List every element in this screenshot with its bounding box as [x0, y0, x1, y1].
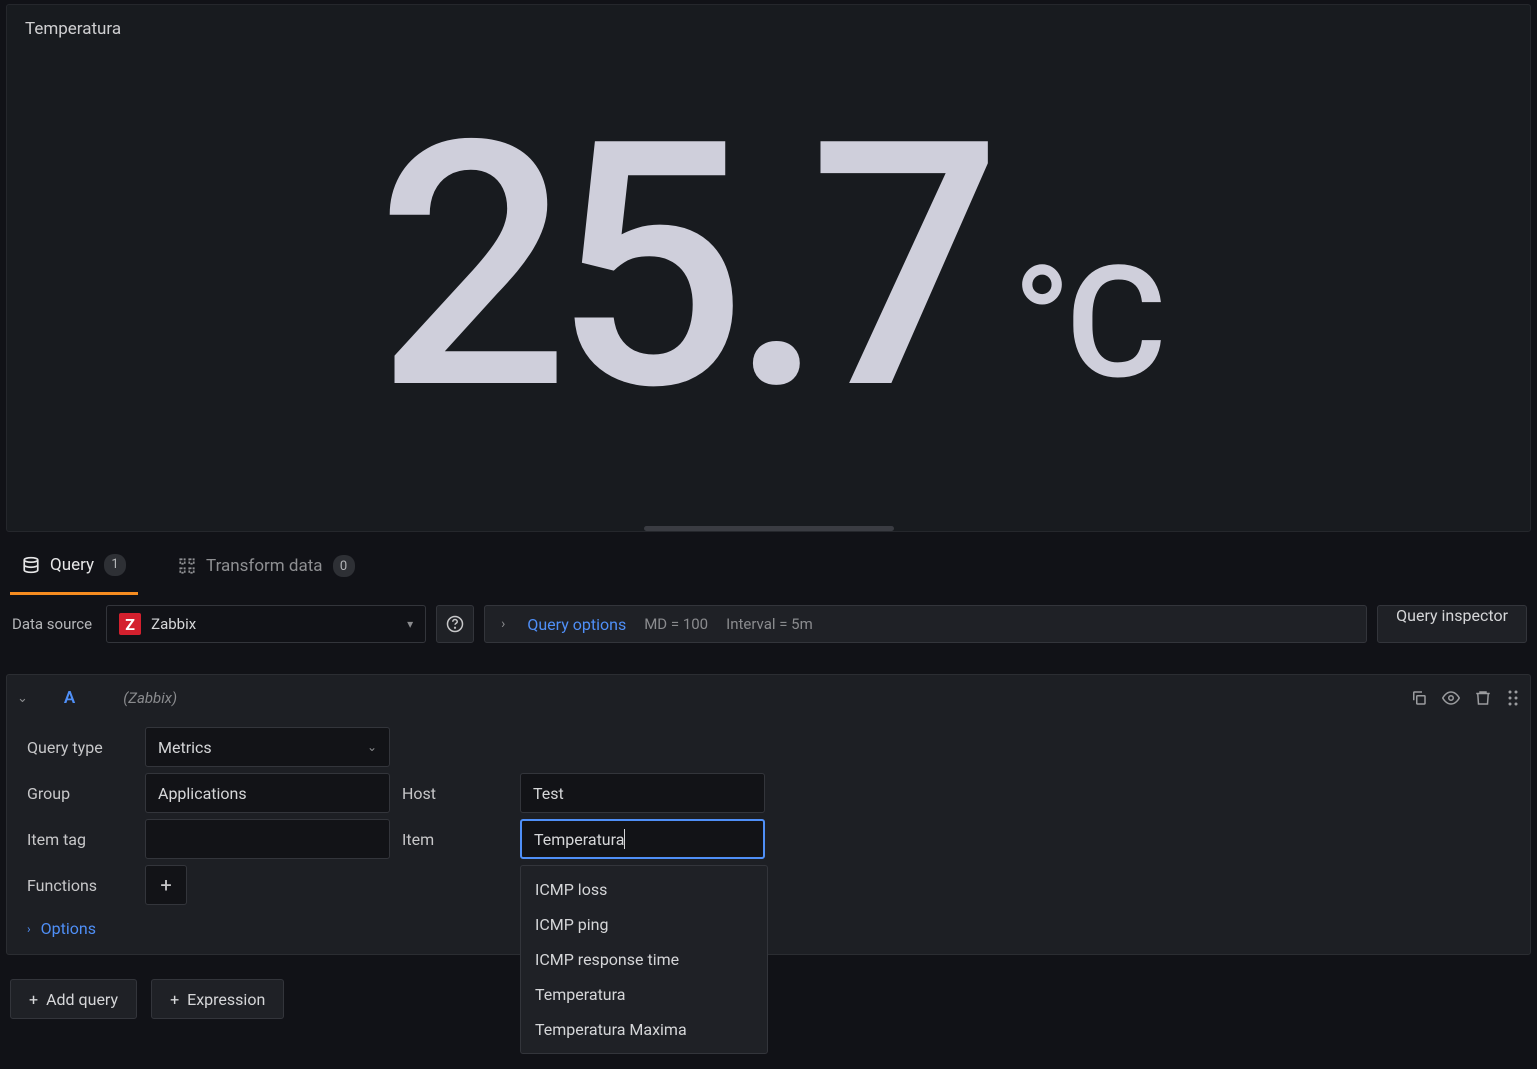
- add-expression-button[interactable]: + Expression: [151, 979, 284, 1019]
- chevron-right-icon: ›: [27, 922, 31, 936]
- query-options-md: MD = 100: [644, 615, 708, 633]
- item-value: Temperatura: [534, 830, 624, 849]
- stat-value: 25.7: [376, 98, 986, 438]
- datasource-select[interactable]: Z Zabbix ▾: [106, 605, 426, 643]
- query-row-actions: [1410, 689, 1520, 707]
- options-toggle[interactable]: › Options: [15, 911, 1522, 946]
- item-tag-label: Item tag: [15, 819, 145, 859]
- item-dropdown: ICMP loss ICMP ping ICMP response time T…: [520, 865, 768, 1054]
- plus-icon: +: [170, 990, 179, 1009]
- visualization-panel: Temperatura 25.7 °C: [6, 4, 1531, 532]
- item-input[interactable]: Temperatura: [520, 819, 765, 859]
- plus-icon: +: [29, 990, 38, 1009]
- dropdown-item[interactable]: ICMP response time: [521, 942, 767, 977]
- add-query-label: Add query: [46, 990, 118, 1009]
- query-ref-id: A: [64, 688, 75, 708]
- stat-unit: °C: [1012, 232, 1160, 414]
- tab-query[interactable]: Query 1: [10, 544, 138, 595]
- host-label: Host: [390, 773, 520, 813]
- add-function-button[interactable]: +: [145, 865, 187, 905]
- add-query-button[interactable]: + Add query: [10, 979, 137, 1019]
- datasource-label: Data source: [10, 615, 96, 633]
- zabbix-logo-icon: Z: [119, 613, 141, 635]
- host-input[interactable]: Test: [520, 773, 765, 813]
- query-inspector-button[interactable]: Query inspector: [1377, 605, 1527, 643]
- dropdown-item[interactable]: Temperatura: [521, 977, 767, 1012]
- host-value: Test: [533, 784, 564, 803]
- query-row-header[interactable]: ⌄ A (Zabbix): [7, 675, 1530, 721]
- options-label: Options: [41, 919, 96, 938]
- datasource-name: Zabbix: [151, 615, 397, 633]
- query-source-label: (Zabbix): [123, 689, 177, 707]
- chevron-right-icon[interactable]: ›: [501, 616, 505, 632]
- query-options-bar: › Query options MD = 100 Interval = 5m: [484, 605, 1367, 643]
- resize-handle[interactable]: [644, 526, 894, 531]
- query-type-value: Metrics: [158, 738, 212, 757]
- text-cursor: [624, 829, 625, 849]
- query-type-select[interactable]: Metrics ⌄: [145, 727, 390, 767]
- editor-tabs: Query 1 Transform data 0: [0, 532, 1537, 592]
- transform-icon: [178, 557, 196, 575]
- eye-icon[interactable]: [1442, 689, 1460, 707]
- item-tag-input[interactable]: [145, 819, 390, 859]
- dropdown-item[interactable]: Temperatura Maxima: [521, 1012, 767, 1047]
- tab-query-label: Query: [50, 555, 94, 575]
- database-icon: [22, 556, 40, 574]
- functions-label: Functions: [15, 865, 145, 905]
- transform-count-badge: 0: [333, 555, 355, 577]
- query-row-body: Query type Metrics ⌄ Group Applications …: [7, 721, 1530, 954]
- datasource-row: Data source Z Zabbix ▾ › Query options M…: [0, 592, 1537, 656]
- trash-icon[interactable]: [1474, 689, 1492, 707]
- tab-transform[interactable]: Transform data 0: [166, 545, 367, 593]
- drag-handle-icon[interactable]: [1506, 689, 1520, 707]
- query-row-a: ⌄ A (Zabbix) Query type Metrics ⌄ Group …: [6, 674, 1531, 955]
- panel-title: Temperatura: [25, 19, 121, 39]
- stat-display: 25.7 °C: [7, 5, 1530, 531]
- dropdown-item[interactable]: ICMP loss: [521, 872, 767, 907]
- expression-label: Expression: [187, 990, 265, 1009]
- datasource-help-button[interactable]: [436, 605, 474, 643]
- chevron-down-icon: ▾: [407, 617, 413, 631]
- chevron-down-icon: ⌄: [367, 740, 377, 754]
- group-input[interactable]: Applications: [145, 773, 390, 813]
- query-options-interval: Interval = 5m: [726, 615, 813, 633]
- tab-transform-label: Transform data: [206, 556, 323, 576]
- footer-buttons: + Add query + Expression: [0, 955, 1537, 1043]
- chevron-down-icon: ⌄: [17, 691, 28, 706]
- dropdown-item[interactable]: ICMP ping: [521, 907, 767, 942]
- query-options-link[interactable]: Query options: [527, 615, 626, 634]
- group-label: Group: [15, 773, 145, 813]
- query-type-label: Query type: [15, 727, 145, 767]
- item-label: Item: [390, 819, 520, 859]
- group-value: Applications: [158, 784, 247, 803]
- copy-icon[interactable]: [1410, 689, 1428, 707]
- query-count-badge: 1: [104, 554, 126, 576]
